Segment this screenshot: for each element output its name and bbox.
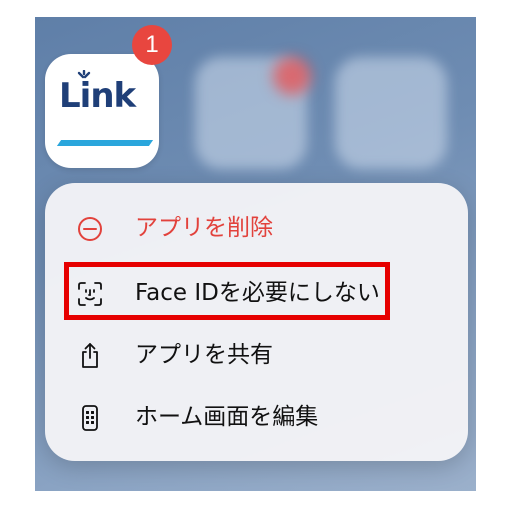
minus-circle-icon <box>78 217 102 241</box>
app-context-menu: アプリを削除 Face IDを必要にしない アプリを共有 ホーム画面を編集 <box>45 183 468 461</box>
menu-item-label: アプリを共有 <box>135 342 273 368</box>
home-screen: Link 1 アプリを削除 Face IDを必要にしない アプリを共有 ホーム画… <box>35 17 476 491</box>
blurred-app-icon <box>335 57 447 169</box>
menu-item-remove-app[interactable]: アプリを削除 <box>45 198 468 260</box>
menu-item-edit-home-screen[interactable]: ホーム画面を編集 <box>45 387 468 449</box>
highlight-annotation <box>64 262 390 320</box>
logo-underline <box>56 140 154 146</box>
blurred-badge <box>273 57 311 95</box>
menu-item-share-app[interactable]: アプリを共有 <box>45 325 468 387</box>
notification-badge: 1 <box>132 25 172 65</box>
app-logo-text: Link <box>59 76 136 116</box>
share-icon <box>82 343 98 368</box>
menu-item-label: ホーム画面を編集 <box>135 404 319 430</box>
menu-item-label: アプリを削除 <box>135 215 273 241</box>
link-app-icon[interactable]: Link <box>45 54 159 168</box>
phone-icon <box>82 405 98 431</box>
